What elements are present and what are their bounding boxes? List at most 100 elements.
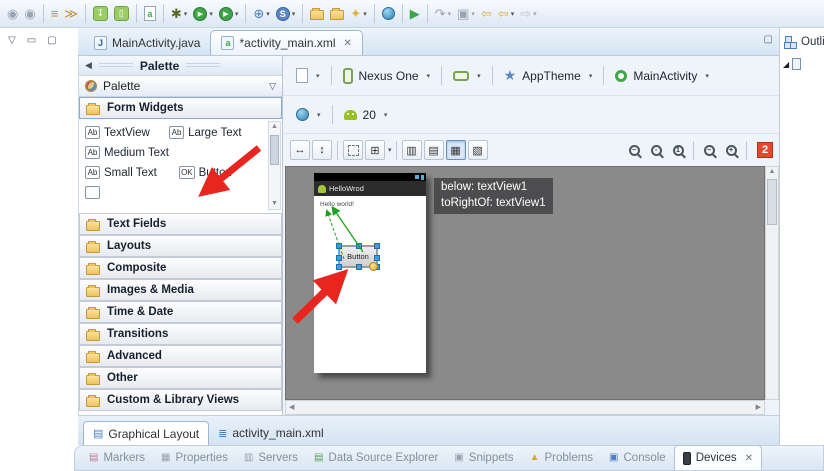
close-tab-icon[interactable]: ✕ bbox=[344, 38, 352, 49]
dropdown-caret-icon[interactable]: ▾ bbox=[388, 146, 392, 154]
palette-item-medium-text[interactable]: Ab Medium Text bbox=[85, 146, 187, 159]
resize-handle[interactable] bbox=[336, 255, 342, 261]
toggle-includes-button[interactable]: ▧ bbox=[467, 140, 488, 160]
zoom-out-button[interactable]: − bbox=[624, 140, 644, 160]
scrollbar-thumb[interactable] bbox=[767, 179, 777, 225]
palette-section-layouts[interactable]: Layouts bbox=[79, 235, 282, 257]
palette-item-clipped[interactable] bbox=[85, 186, 161, 199]
resize-handle[interactable] bbox=[356, 264, 362, 270]
palette-item-large-text[interactable]: Ab Large Text bbox=[169, 126, 253, 139]
palette-section-time-date[interactable]: Time & Date bbox=[79, 301, 282, 323]
expand-mode-button[interactable]: ⊞ bbox=[365, 140, 385, 160]
pin-right-button[interactable]: ◉ bbox=[22, 3, 37, 25]
layout-surface[interactable]: Hello world! Button bbox=[314, 196, 426, 373]
palette-section-composite[interactable]: Composite bbox=[79, 257, 282, 279]
tab-xml-source[interactable]: ≣ activity_main.xml bbox=[209, 421, 333, 445]
close-view-icon[interactable]: ✕ bbox=[745, 453, 753, 464]
pin-left-button[interactable]: ◉ bbox=[5, 3, 20, 25]
scroll-up-icon[interactable]: ▲ bbox=[271, 122, 278, 132]
palette-section-form-widgets[interactable]: Form Widgets bbox=[79, 97, 282, 119]
last-edit-location-button[interactable]: ↷ ▾ bbox=[433, 3, 453, 25]
zoom-fit-button[interactable]: ▫ bbox=[646, 140, 666, 160]
palette-section-transitions[interactable]: Transitions bbox=[79, 323, 282, 345]
scroll-right-icon[interactable]: ▶ bbox=[756, 403, 761, 413]
toggle-margins-button[interactable]: ▥ bbox=[401, 140, 422, 160]
new-android-xml-button[interactable]: a bbox=[142, 3, 158, 25]
view-tab-problems[interactable]: ▲ Problems bbox=[522, 445, 601, 470]
palette-section-text-fields[interactable]: Text Fields bbox=[79, 213, 282, 235]
canvas-horizontal-scrollbar[interactable]: ◀ ▶ bbox=[285, 400, 765, 415]
minimize-icon[interactable]: ▭ bbox=[27, 35, 36, 46]
view-tab-console[interactable]: ▣ Console bbox=[601, 445, 674, 470]
toggle-grid-button[interactable]: ▦ bbox=[445, 140, 466, 160]
tab-mainactivity-java[interactable]: J MainActivity.java bbox=[84, 30, 210, 55]
debug-button[interactable]: ✱ ▾ bbox=[169, 3, 189, 25]
back-history-button[interactable]: ⇦ ▾ bbox=[496, 3, 516, 25]
view-tab-markers[interactable]: ▤ Markers bbox=[81, 445, 153, 470]
view-menu-icon[interactable]: ▽ bbox=[8, 35, 16, 46]
lint-error-badge[interactable]: 2 bbox=[757, 142, 773, 158]
open-type-button[interactable] bbox=[308, 3, 326, 25]
view-tab-data-source-explorer[interactable]: ▤ Data Source Explorer bbox=[306, 445, 446, 470]
scroll-left-icon[interactable]: ◀ bbox=[289, 403, 294, 413]
view-tab-devices[interactable]: Devices ✕ bbox=[673, 445, 762, 470]
resize-handle[interactable] bbox=[336, 243, 342, 249]
pin-editor-button[interactable]: ▣ ▾ bbox=[455, 3, 477, 25]
resize-handle[interactable] bbox=[356, 243, 362, 249]
mark-occurrences-button[interactable]: ≡ bbox=[49, 3, 61, 25]
palette-section-images-media[interactable]: Images & Media bbox=[79, 279, 282, 301]
tree-expand-icon[interactable]: ◢ bbox=[783, 60, 789, 69]
forward-button[interactable]: ⇨ ▾ bbox=[518, 3, 538, 25]
api-level-dropdown[interactable]: 20 ▾ bbox=[337, 102, 395, 128]
open-resource-button[interactable] bbox=[328, 3, 346, 25]
palette-section-advanced[interactable]: Advanced bbox=[79, 345, 282, 367]
view-tab-snippets[interactable]: ▣ Snippets bbox=[446, 445, 521, 470]
scroll-down-icon[interactable]: ▼ bbox=[271, 199, 278, 209]
collapse-palette-icon[interactable]: ◀ bbox=[85, 60, 92, 71]
scroll-up-icon[interactable]: ▲ bbox=[769, 167, 776, 177]
palette-mode-dropdown[interactable]: Palette ▽ bbox=[79, 76, 282, 97]
toggle-snap-button[interactable]: ▤ bbox=[423, 140, 444, 160]
web-browser-button[interactable] bbox=[380, 3, 397, 25]
activity-dropdown[interactable]: MainActivity ▾ bbox=[608, 63, 716, 89]
tab-graphical-layout[interactable]: ▤ Graphical Layout bbox=[83, 421, 210, 445]
orientation-dropdown[interactable]: ▾ bbox=[446, 63, 488, 89]
fill-height-button[interactable]: ↕ bbox=[312, 140, 332, 160]
resize-handle[interactable] bbox=[374, 255, 380, 261]
resize-handle[interactable] bbox=[336, 264, 342, 270]
locale-dropdown[interactable]: ▾ bbox=[289, 102, 328, 128]
zoom-100-button[interactable]: 1 bbox=[668, 140, 688, 160]
search-button[interactable]: ✦ ▾ bbox=[348, 3, 368, 25]
new-soap-button[interactable]: S ▾ bbox=[274, 3, 298, 25]
palette-section-other[interactable]: Other bbox=[79, 367, 282, 389]
textview-hello-world[interactable]: Hello world! bbox=[320, 201, 354, 208]
palette-scrollbar[interactable]: ▲ ▼ bbox=[268, 121, 281, 210]
resize-handle[interactable] bbox=[374, 243, 380, 249]
design-canvas[interactable]: HelloWrod Hello world! Button below: tex… bbox=[285, 166, 765, 400]
fill-width-button[interactable]: ↔ bbox=[290, 140, 310, 160]
avd-manager-button[interactable]: ▯ bbox=[112, 3, 131, 25]
palette-item-textview[interactable]: Ab TextView bbox=[85, 126, 161, 139]
next-annotation-button[interactable]: ≫ bbox=[62, 3, 80, 25]
config-dropdown[interactable]: ▾ bbox=[289, 63, 327, 89]
theme-dropdown[interactable]: ★ AppTheme ▾ bbox=[497, 63, 600, 89]
run-external-button[interactable]: ▶ ▾ bbox=[217, 3, 241, 25]
selection-mode-button[interactable] bbox=[343, 140, 363, 160]
view-tab-properties[interactable]: ▦ Properties bbox=[153, 445, 236, 470]
drag-grip[interactable] bbox=[186, 62, 221, 69]
tab-activity-main-xml[interactable]: a *activity_main.xml ✕ bbox=[210, 30, 363, 55]
android-sdk-manager-button[interactable]: ↧ bbox=[91, 3, 110, 25]
new-web-service-button[interactable]: ⊕ ▾ bbox=[251, 3, 271, 25]
zoom-plus-button[interactable]: + bbox=[721, 140, 741, 160]
drag-grip[interactable] bbox=[98, 62, 133, 69]
outline-tree-root[interactable]: ◢ bbox=[780, 48, 824, 70]
selected-button-widget[interactable]: Button bbox=[336, 243, 380, 271]
run-button[interactable]: ▶ ▾ bbox=[191, 3, 215, 25]
back-button[interactable]: ⇦ bbox=[479, 3, 494, 25]
palette-item-small-text[interactable]: Ab Small Text bbox=[85, 166, 171, 179]
maximize-editor-icon[interactable]: ▢ bbox=[764, 34, 773, 45]
zoom-minus-button[interactable]: − bbox=[699, 140, 719, 160]
maximize-icon[interactable]: ▢ bbox=[47, 35, 56, 46]
view-tab-servers[interactable]: ▥ Servers bbox=[236, 445, 306, 470]
run-as-button[interactable]: ▶ bbox=[408, 3, 422, 25]
